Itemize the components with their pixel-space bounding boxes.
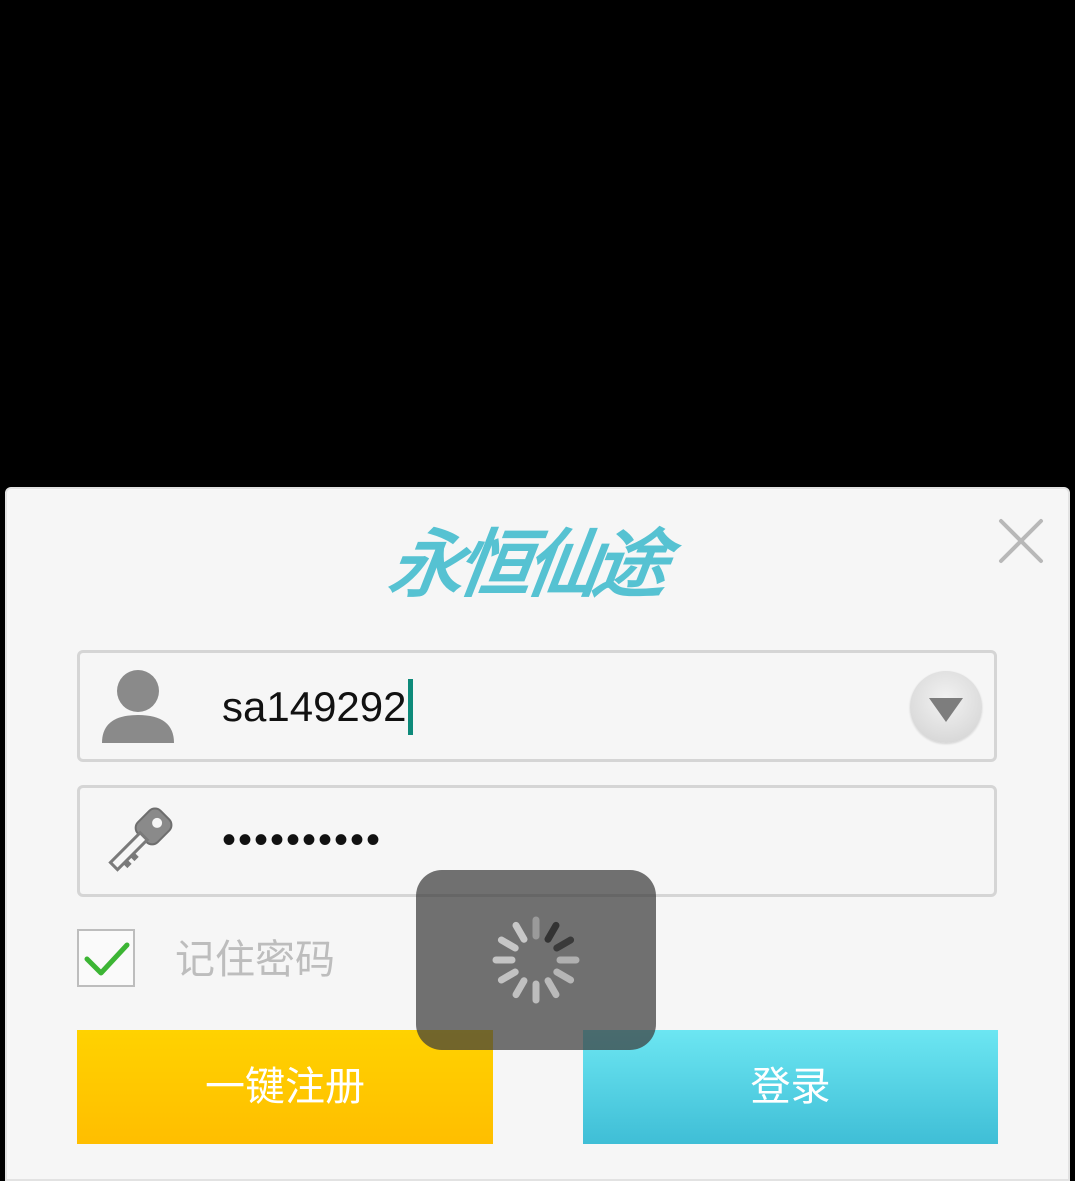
login-button[interactable]: 登录 bbox=[583, 1030, 998, 1144]
remember-password-checkbox[interactable] bbox=[77, 929, 135, 987]
login-dialog: 永恒仙途 sa149292 •••••••••• 记住密码 一键注册 登录 bbox=[5, 487, 1070, 1181]
key-icon bbox=[98, 802, 178, 882]
chevron-down-icon bbox=[929, 698, 963, 722]
password-input[interactable]: •••••••••• bbox=[222, 814, 382, 866]
loading-overlay bbox=[416, 870, 656, 1050]
remember-password-label[interactable]: 记住密码 bbox=[175, 935, 335, 985]
close-button[interactable] bbox=[997, 517, 1045, 565]
game-screen: 永恒仙途 sa149292 •••••••••• 记住密码 一键注册 登录 bbox=[0, 0, 1075, 1181]
user-icon bbox=[98, 667, 178, 747]
close-icon bbox=[999, 519, 1043, 563]
username-input[interactable]: sa149292 bbox=[222, 678, 413, 735]
account-dropdown-button[interactable] bbox=[910, 671, 982, 743]
logo-text: 永恒仙途 bbox=[383, 522, 669, 608]
check-icon bbox=[84, 942, 130, 976]
username-field[interactable]: sa149292 bbox=[77, 650, 997, 762]
spinner-icon bbox=[492, 916, 580, 1004]
text-caret bbox=[407, 678, 413, 735]
username-value: sa149292 bbox=[222, 683, 407, 730]
game-logo: 永恒仙途 bbox=[384, 515, 690, 623]
